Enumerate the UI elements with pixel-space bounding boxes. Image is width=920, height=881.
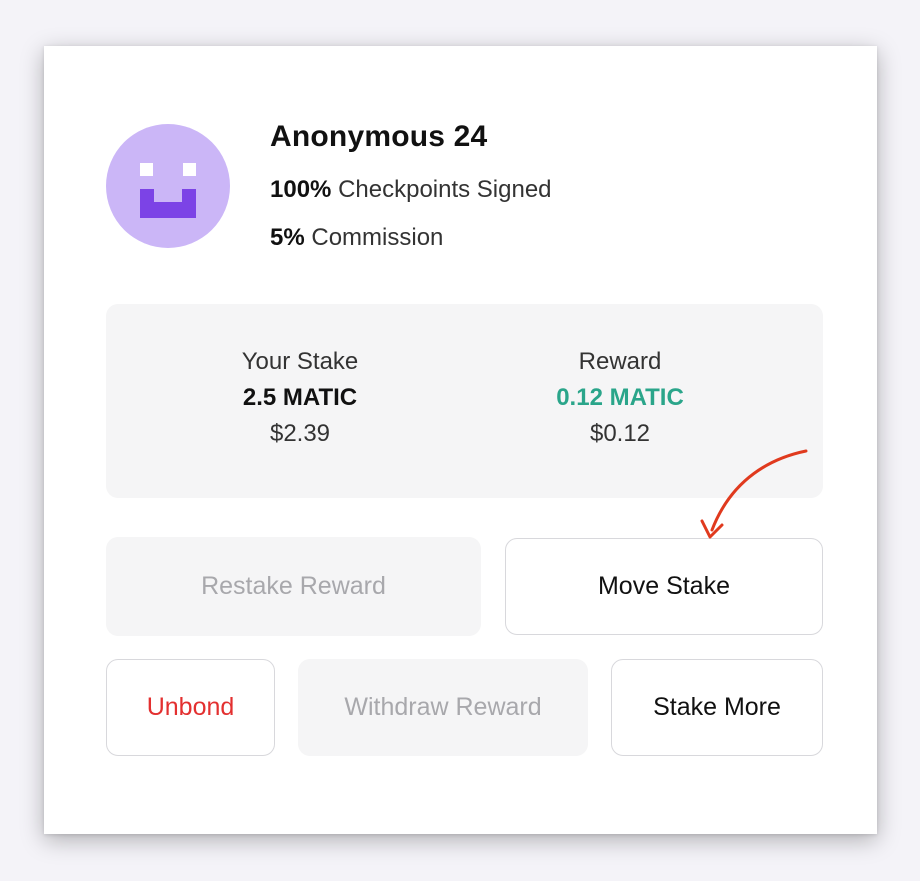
checkpoints-signed: 100% Checkpoints Signed	[270, 176, 552, 204]
move-stake-button[interactable]: Move Stake	[505, 538, 823, 635]
stake-summary-panel: Your Stake 2.5 MATIC $2.39 Reward 0.12 M…	[106, 304, 823, 498]
withdraw-reward-button[interactable]: Withdraw Reward	[298, 659, 588, 756]
reward-usd: $0.12	[589, 420, 651, 447]
your-stake-column: Your Stake 2.5 MATIC $2.39	[170, 348, 430, 448]
validator-avatar	[106, 124, 230, 248]
reward-amount: 0.12 MATIC	[556, 384, 684, 411]
reward-label: Reward	[578, 348, 662, 375]
restake-reward-button[interactable]: Restake Reward	[106, 537, 481, 636]
validator-name: Anonymous 24	[270, 120, 488, 153]
avatar-mouth	[140, 202, 196, 218]
validator-card: Anonymous 24 100% Checkpoints Signed 5% …	[44, 46, 877, 834]
checkpoints-label: Checkpoints Signed	[338, 176, 552, 203]
reward-column: Reward 0.12 MATIC $0.12	[490, 348, 750, 448]
commission: 5% Commission	[270, 224, 443, 252]
checkpoints-value: 100%	[270, 176, 332, 203]
stake-more-button[interactable]: Stake More	[611, 659, 823, 756]
unbond-button[interactable]: Unbond	[106, 659, 275, 756]
avatar-left-eye	[140, 163, 153, 176]
commission-value: 5%	[270, 224, 305, 251]
your-stake-label: Your Stake	[241, 348, 359, 375]
commission-label: Commission	[311, 224, 444, 251]
avatar-right-eye	[183, 163, 196, 176]
your-stake-amount: 2.5 MATIC	[242, 384, 358, 411]
your-stake-usd: $2.39	[269, 420, 331, 447]
